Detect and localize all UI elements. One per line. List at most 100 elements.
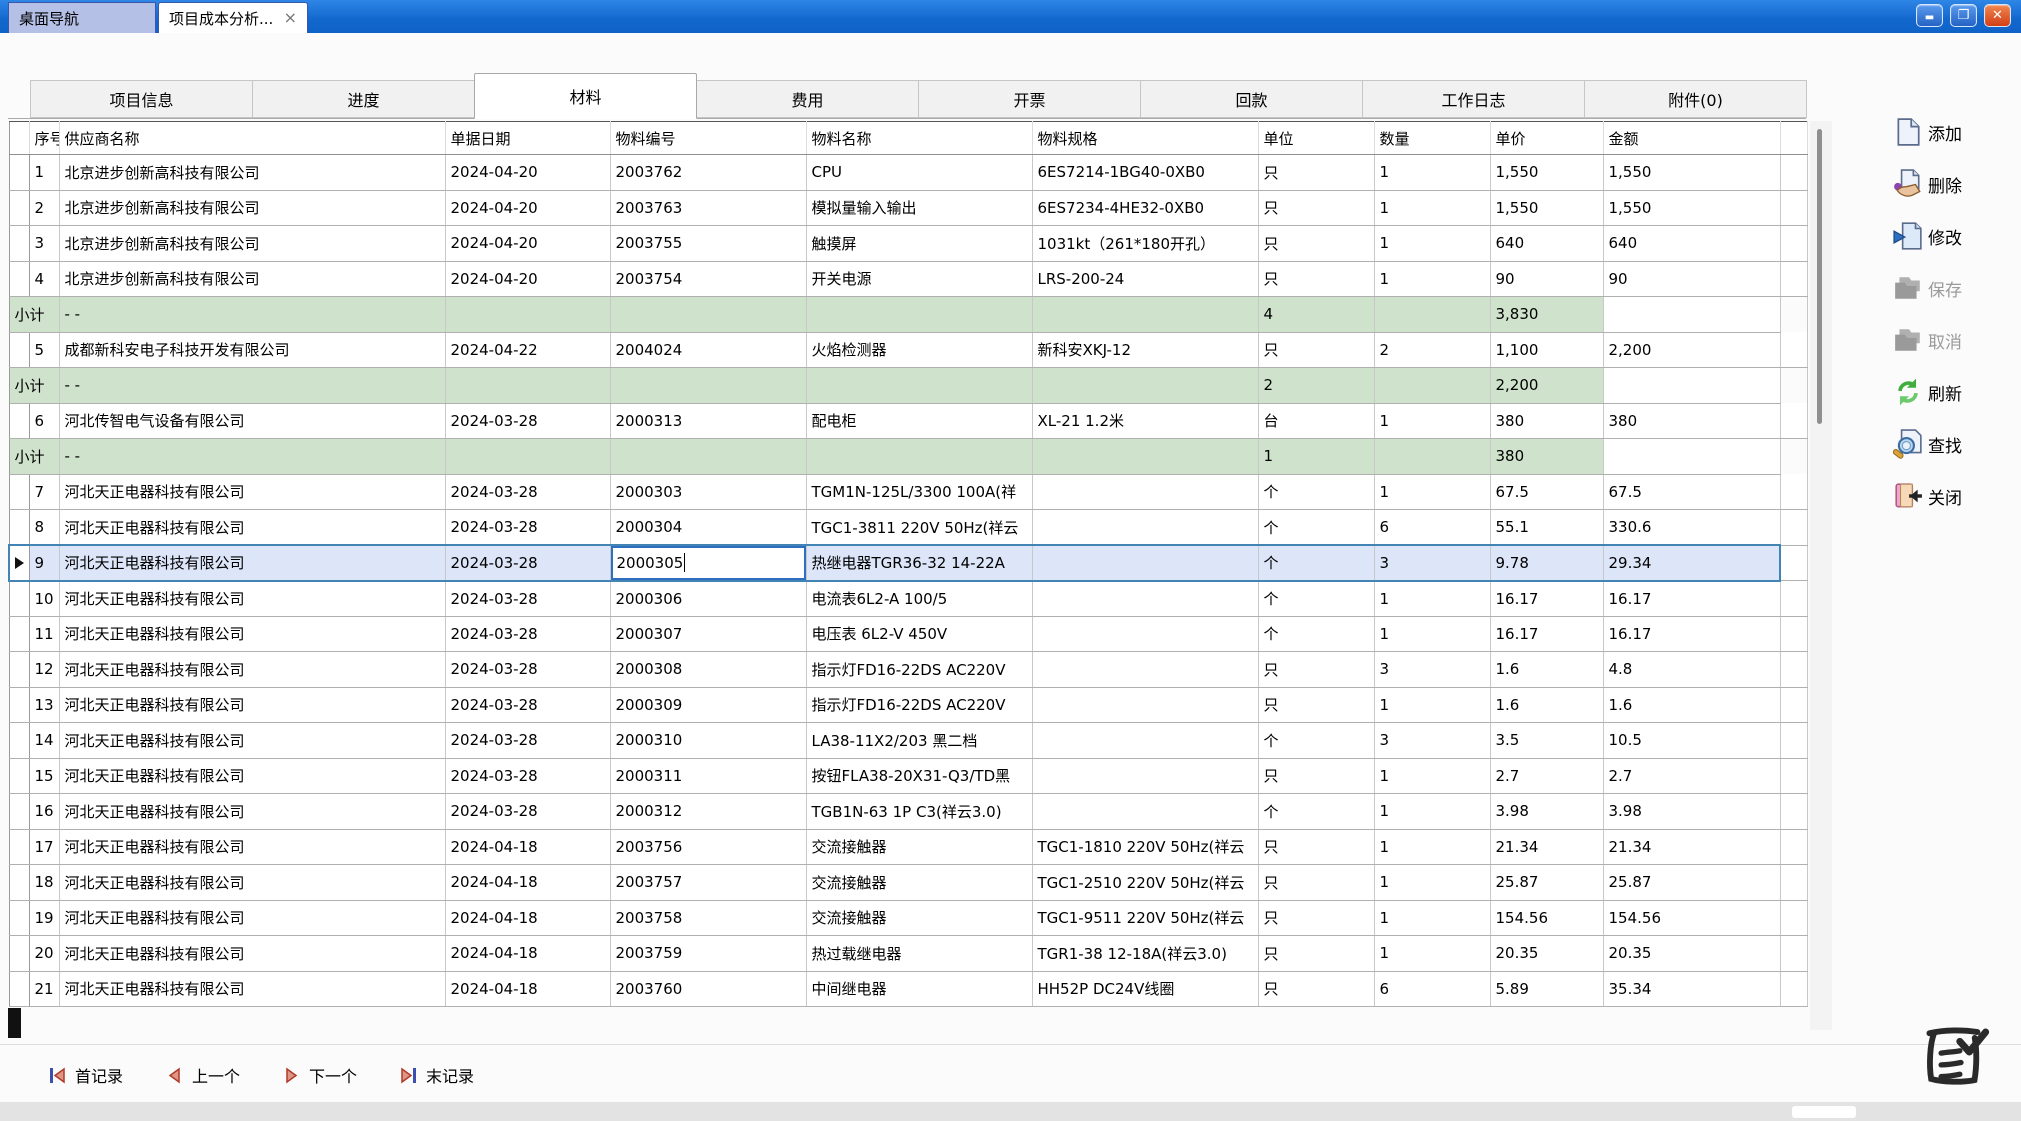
cell-date[interactable]: 2024-04-20 bbox=[445, 261, 610, 297]
cell-amount[interactable]: 25.87 bbox=[1603, 865, 1780, 901]
cell-amount[interactable]: 154.56 bbox=[1603, 900, 1780, 936]
cell-spec[interactable] bbox=[1032, 581, 1258, 617]
cell-amount[interactable]: 21.34 bbox=[1603, 829, 1780, 865]
cell-qty[interactable]: 1 bbox=[1374, 794, 1490, 830]
cell-spec[interactable]: 1031kt（261*180开孔） bbox=[1032, 226, 1258, 262]
cell-name[interactable]: 指示灯FD16-22DS AC220V bbox=[806, 652, 1032, 688]
cell-date[interactable]: 2024-04-18 bbox=[445, 865, 610, 901]
minimize-button[interactable]: ▬ bbox=[1916, 4, 1943, 27]
cell-code[interactable]: 2000304 bbox=[610, 510, 806, 546]
cell-spec[interactable]: 新科安XKJ-12 bbox=[1032, 332, 1258, 368]
cell-name[interactable]: 交流接触器 bbox=[806, 865, 1032, 901]
cell-price[interactable]: 20.35 bbox=[1490, 936, 1603, 972]
cell-amount[interactable]: 3.98 bbox=[1603, 794, 1780, 830]
row-selector-gutter[interactable] bbox=[9, 794, 29, 830]
column-header-1[interactable]: 序号 bbox=[29, 122, 59, 155]
cell-date[interactable]: 2024-04-18 bbox=[445, 971, 610, 1007]
row-selector-gutter[interactable] bbox=[9, 403, 29, 439]
cell-unit[interactable]: 只 bbox=[1258, 332, 1374, 368]
cell-qty[interactable]: 1 bbox=[1374, 936, 1490, 972]
row-selector-gutter[interactable] bbox=[9, 687, 29, 723]
bottom-scrollbar-thumb[interactable] bbox=[1792, 1106, 1856, 1118]
row-selector-gutter[interactable] bbox=[9, 829, 29, 865]
cell-date[interactable]: 2024-03-28 bbox=[445, 616, 610, 652]
cell-date[interactable]: 2024-03-28 bbox=[445, 403, 610, 439]
cell-qty[interactable]: 2 bbox=[1374, 332, 1490, 368]
cell-name[interactable]: 交流接触器 bbox=[806, 829, 1032, 865]
module-tab-6[interactable]: 工作日志 bbox=[1362, 80, 1585, 118]
cell-date[interactable]: 2024-04-18 bbox=[445, 900, 610, 936]
cell-no[interactable]: 1 bbox=[29, 155, 59, 191]
cell-qty[interactable]: 3 bbox=[1374, 545, 1490, 581]
cell-date[interactable]: 2024-03-28 bbox=[445, 545, 610, 581]
desktop-nav-tab[interactable]: 桌面导航 bbox=[8, 2, 156, 33]
cell-date[interactable]: 2024-04-18 bbox=[445, 829, 610, 865]
row-selector-gutter[interactable] bbox=[9, 581, 29, 617]
nav-prev-record[interactable]: 上一个 bbox=[165, 1063, 240, 1087]
cell-no[interactable]: 10 bbox=[29, 581, 59, 617]
cell-qty[interactable]: 3 bbox=[1374, 723, 1490, 759]
cell-price[interactable]: 1,100 bbox=[1490, 332, 1603, 368]
cell-name[interactable]: 电压表 6L2-V 450V bbox=[806, 616, 1032, 652]
cell-spec[interactable] bbox=[1032, 652, 1258, 688]
cell-qty[interactable]: 1 bbox=[1374, 474, 1490, 510]
cell-amount[interactable]: 10.5 bbox=[1603, 723, 1780, 759]
cell-qty[interactable]: 1 bbox=[1374, 900, 1490, 936]
cell-spec[interactable]: TGR1-38 12-18A(祥云3.0) bbox=[1032, 936, 1258, 972]
cell-name[interactable]: 热继电器TGR36-32 14-22A bbox=[806, 545, 1032, 581]
row-selector-gutter[interactable] bbox=[9, 226, 29, 262]
cell-name[interactable]: 交流接触器 bbox=[806, 900, 1032, 936]
cell-code[interactable]: 2003763 bbox=[610, 190, 806, 226]
cell-no[interactable]: 4 bbox=[29, 261, 59, 297]
cell-code[interactable]: 2000313 bbox=[610, 403, 806, 439]
toolbar-button-delete[interactable]: 删除 bbox=[1893, 158, 2018, 210]
cell-unit[interactable]: 只 bbox=[1258, 936, 1374, 972]
cell-name[interactable]: TGB1N-63 1P C3(祥云3.0) bbox=[806, 794, 1032, 830]
row-selector-gutter[interactable] bbox=[9, 261, 29, 297]
cell-no[interactable]: 2 bbox=[29, 190, 59, 226]
notes-checklist-icon[interactable] bbox=[1913, 1018, 1995, 1100]
row-selector-gutter[interactable] bbox=[9, 723, 29, 759]
cell-qty[interactable]: 1 bbox=[1374, 865, 1490, 901]
cell-spec[interactable] bbox=[1032, 687, 1258, 723]
cell-unit[interactable]: 只 bbox=[1258, 190, 1374, 226]
cell-price[interactable]: 1,550 bbox=[1490, 155, 1603, 191]
cell-no[interactable]: 11 bbox=[29, 616, 59, 652]
cell-qty[interactable]: 1 bbox=[1374, 226, 1490, 262]
cell-code[interactable]: 2003754 bbox=[610, 261, 806, 297]
cell-code[interactable]: 2003759 bbox=[610, 936, 806, 972]
cell-supplier[interactable]: 河北天正电器科技有限公司 bbox=[59, 545, 445, 581]
cell-price[interactable]: 16.17 bbox=[1490, 616, 1603, 652]
cell-unit[interactable]: 个 bbox=[1258, 581, 1374, 617]
cell-code[interactable]: 2000311 bbox=[610, 758, 806, 794]
cell-no[interactable]: 6 bbox=[29, 403, 59, 439]
cell-qty[interactable]: 6 bbox=[1374, 510, 1490, 546]
cell-price[interactable]: 16.17 bbox=[1490, 581, 1603, 617]
cell-no[interactable]: 21 bbox=[29, 971, 59, 1007]
cell-name[interactable]: 配电柜 bbox=[806, 403, 1032, 439]
cell-unit[interactable]: 只 bbox=[1258, 226, 1374, 262]
cell-supplier[interactable]: 成都新科安电子科技开发有限公司 bbox=[59, 332, 445, 368]
column-header-blank-0[interactable] bbox=[9, 122, 29, 155]
cell-code[interactable]: 2000310 bbox=[610, 723, 806, 759]
cell-name[interactable]: 热过载继电器 bbox=[806, 936, 1032, 972]
cell-no[interactable]: 18 bbox=[29, 865, 59, 901]
cell-name[interactable]: 中间继电器 bbox=[806, 971, 1032, 1007]
cell-supplier[interactable]: 河北天正电器科技有限公司 bbox=[59, 616, 445, 652]
cell-code[interactable]: 2003762 bbox=[610, 155, 806, 191]
cell-code[interactable]: 2003755 bbox=[610, 226, 806, 262]
cell-code[interactable]: 2003760 bbox=[610, 971, 806, 1007]
cell-no[interactable]: 13 bbox=[29, 687, 59, 723]
restore-button[interactable]: ❐ bbox=[1950, 4, 1977, 27]
cell-spec[interactable]: 6ES7214-1BG40-0XB0 bbox=[1032, 155, 1258, 191]
cell-name[interactable]: TGM1N-125L/3300 100A(祥 bbox=[806, 474, 1032, 510]
row-selector-gutter[interactable] bbox=[9, 936, 29, 972]
cell-price[interactable]: 640 bbox=[1490, 226, 1603, 262]
cell-code[interactable]: 2000308 bbox=[610, 652, 806, 688]
cell-spec[interactable] bbox=[1032, 474, 1258, 510]
column-header-9[interactable]: 单价 bbox=[1490, 122, 1603, 155]
cell-unit[interactable]: 个 bbox=[1258, 510, 1374, 546]
cell-supplier[interactable]: 河北天正电器科技有限公司 bbox=[59, 865, 445, 901]
cell-price[interactable]: 3.5 bbox=[1490, 723, 1603, 759]
cell-price[interactable]: 67.5 bbox=[1490, 474, 1603, 510]
